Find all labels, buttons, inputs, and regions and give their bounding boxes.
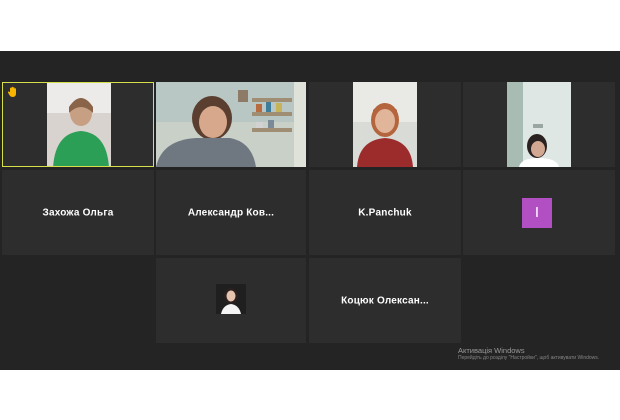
participant-tile-1[interactable] (2, 82, 154, 167)
participant-photo (216, 284, 246, 314)
participant-tile-9[interactable] (156, 258, 306, 343)
participant-video-4 (507, 82, 571, 167)
participant-name: Захожа Ольга (42, 207, 114, 218)
participant-name: Коцюк Олексан... (341, 295, 429, 306)
participant-tile-7[interactable]: K.Panchuk (309, 170, 461, 255)
participant-name: K.Panchuk (358, 207, 412, 218)
participant-tile-3[interactable] (309, 82, 461, 167)
windows-activation-watermark: Активація Windows Перейдіть до розділу "… (458, 346, 599, 361)
participant-tile-6[interactable]: Александр Ков... (156, 170, 306, 255)
participant-tile-10[interactable]: Коцюк Олексан... (309, 258, 461, 343)
participant-tile-5[interactable]: Захожа Ольга (2, 170, 154, 255)
participant-video-2 (156, 82, 306, 167)
participant-tile-8[interactable]: I (463, 170, 615, 255)
meeting-grid: Захожа Ольга Александр Ков... K.Panchuk … (0, 51, 620, 370)
raise-hand-icon (7, 86, 16, 97)
participant-name: Александр Ков... (187, 207, 275, 218)
participant-video-3 (353, 82, 417, 167)
watermark-title: Активація Windows (458, 346, 525, 355)
watermark-subtitle: Перейдіть до розділу "Настройки", щоб ак… (458, 355, 600, 361)
participant-avatar: I (522, 198, 552, 228)
participant-tile-2[interactable] (156, 82, 306, 167)
participant-tile-4[interactable] (463, 82, 615, 167)
participant-video-1 (47, 83, 111, 166)
